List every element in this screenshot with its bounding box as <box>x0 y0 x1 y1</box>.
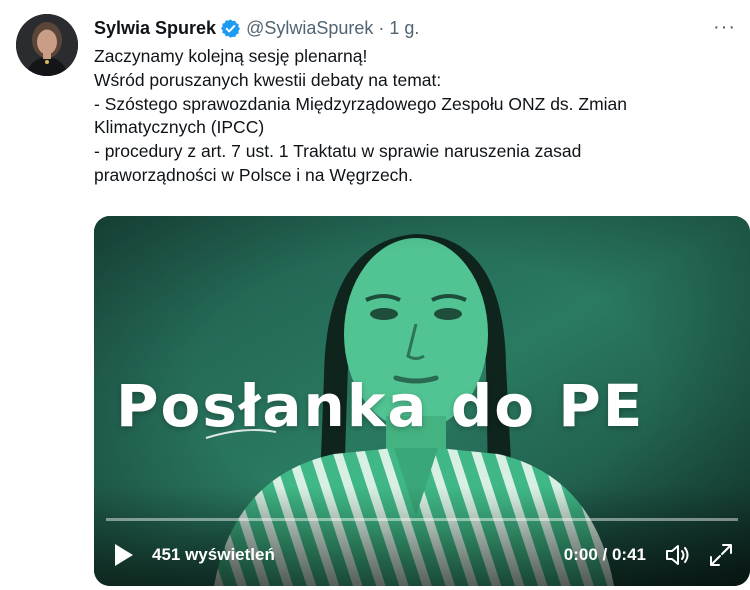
video-title-overlay: Posłanka do PE <box>116 372 645 440</box>
avatar-image <box>16 14 78 76</box>
view-count: 451 wyświetleń <box>152 545 275 564</box>
video-controls: 451 wyświetleń 0:00 / 0:41 <box>94 534 750 578</box>
tweet-text-line: Wśród poruszanych kwestii debaty na tema… <box>94 69 442 90</box>
video-player[interactable]: Posłanka do PE 451 wyświetleń 0:00 / 0:4… <box>94 216 750 586</box>
avatar[interactable] <box>16 14 78 76</box>
video-progress-bar[interactable] <box>106 518 738 521</box>
author-name[interactable]: Sylwia Spurek <box>94 18 216 39</box>
tweet-text-line: - Szóstego sprawozdania Międzyrządowego … <box>94 93 628 114</box>
fullscreen-icon[interactable] <box>708 542 734 568</box>
volume-icon[interactable] <box>664 542 692 568</box>
tweet[interactable]: Sylwia Spurek @SylwiaSpurek · 1 g. ··· Z… <box>0 0 750 590</box>
tweet-text: Zaczynamy kolejną sesję plenarną! Wśród … <box>94 45 734 188</box>
tweet-text-line: Klimatycznych (IPCC) <box>94 117 265 138</box>
more-options-icon[interactable]: ··· <box>713 16 736 39</box>
tweet-text-line: Zaczynamy kolejną sesję plenarną! <box>94 46 368 66</box>
tweet-text-line: - procedury z art. 7 ust. 1 Traktatu w s… <box>94 141 582 162</box>
play-icon[interactable] <box>112 542 136 568</box>
tweet-text-line: praworządności w Polsce i na Węgrzech. <box>94 164 414 185</box>
tweet-timestamp[interactable]: 1 g. <box>389 18 419 39</box>
verified-badge-icon <box>220 18 241 39</box>
author-handle[interactable]: @SylwiaSpurek <box>246 18 373 39</box>
video-timecode: 0:00 / 0:41 <box>563 545 646 564</box>
separator-dot: · <box>378 17 385 38</box>
tweet-header: Sylwia Spurek @SylwiaSpurek · 1 g. <box>94 15 419 41</box>
